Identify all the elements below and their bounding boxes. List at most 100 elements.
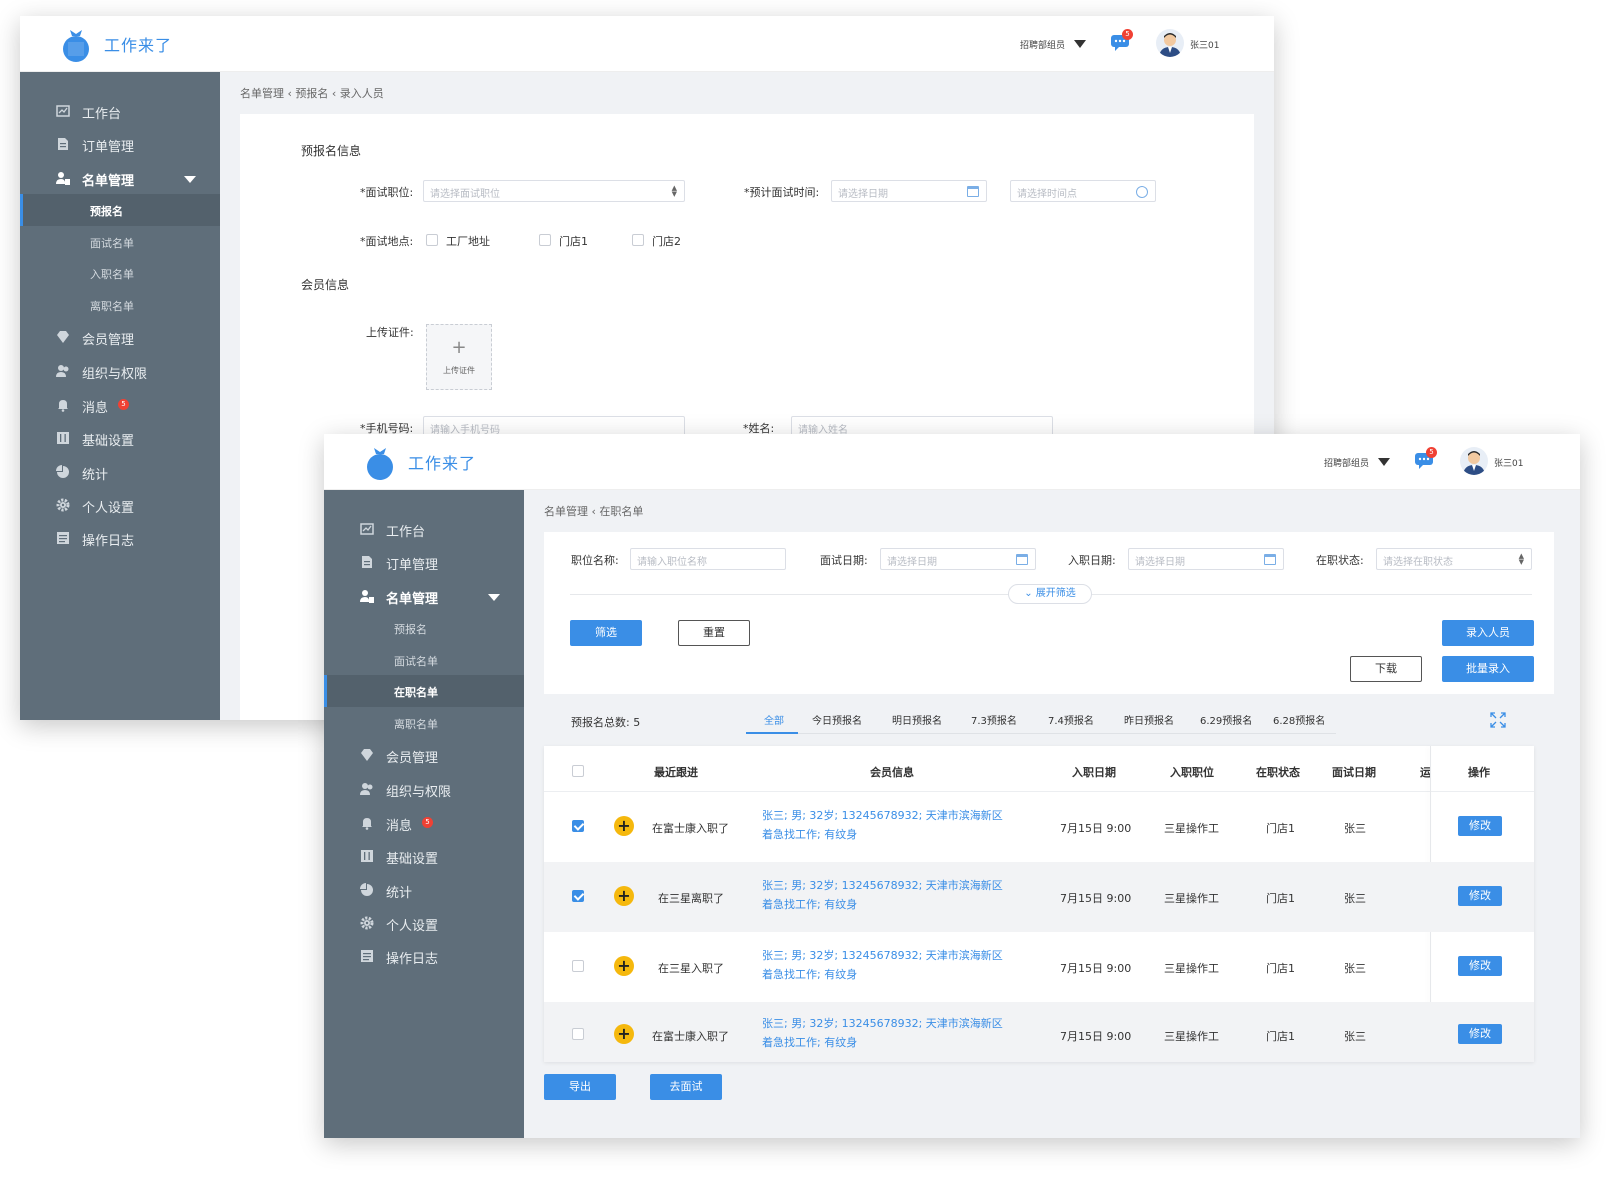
nav-stats[interactable]: 统计 xyxy=(20,455,220,489)
follow-text: 在三星入职了 xyxy=(658,962,724,975)
nav-personal[interactable]: 个人设置 xyxy=(20,488,220,522)
tab-today[interactable]: 今日预报名 xyxy=(812,712,862,727)
table-row[interactable]: + 在三星入职了 张三; 男; 32岁; 13245678932; 天津市滨海新… xyxy=(544,932,1534,1002)
expand-label: 展开筛选 xyxy=(1035,588,1076,599)
add-person-button[interactable]: 录入人员 xyxy=(1442,620,1534,646)
interview-date-picker[interactable]: 请选择日期 xyxy=(880,548,1036,570)
reset-button[interactable]: 重置 xyxy=(678,620,750,646)
role-dropdown-icon[interactable] xyxy=(1074,40,1086,48)
sub-label: 离职名单 xyxy=(394,718,438,731)
place-checkbox-factory[interactable] xyxy=(426,234,438,246)
date-picker[interactable]: 请选择日期 xyxy=(831,180,987,202)
place-checkbox-store1[interactable] xyxy=(539,234,551,246)
tab-tomorrow[interactable]: 明日预报名 xyxy=(892,712,942,727)
nav-org[interactable]: 组织与权限 xyxy=(324,772,524,806)
tab-6-28[interactable]: 6.28预报名 xyxy=(1273,712,1325,727)
role-dropdown-icon[interactable] xyxy=(1378,458,1390,466)
nav-roster[interactable]: 名单管理 xyxy=(324,579,524,613)
nav-messages[interactable]: 消息 5 xyxy=(324,806,524,840)
row-checkbox[interactable] xyxy=(572,1028,584,1040)
role-label: 招聘部组员 xyxy=(1020,41,1066,51)
table-row[interactable]: + 在三星离职了 张三; 男; 32岁; 13245678932; 天津市滨海新… xyxy=(544,862,1534,932)
position-select[interactable]: 请选择面试职位 ▲ ▼ xyxy=(423,180,685,202)
download-button[interactable]: 下载 xyxy=(1350,656,1422,682)
upload-text: 上传证件 xyxy=(443,366,475,375)
nav-personal[interactable]: 个人设置 xyxy=(324,906,524,940)
tab-all[interactable]: 全部 xyxy=(764,712,784,727)
table-row[interactable]: + 在富士康入职了 张三; 男; 32岁; 13245678932; 天津市滨海… xyxy=(544,1002,1534,1062)
nav-members[interactable]: 会员管理 xyxy=(324,738,524,772)
follow-text: 在富士康入职了 xyxy=(652,822,729,835)
time-picker[interactable]: 请选择时间点 xyxy=(1010,180,1156,202)
add-follow-icon[interactable]: + xyxy=(614,1024,634,1044)
sub-entry-list[interactable]: 入职名单 xyxy=(20,257,220,289)
expand-filter-button[interactable]: ⌄ 展开筛选 xyxy=(1008,584,1092,604)
filter-button[interactable]: 筛选 xyxy=(570,620,642,646)
member-info[interactable]: 张三; 男; 32岁; 13245678932; 天津市滨海新区 着急找工作; 有… xyxy=(762,946,1003,984)
place-checkbox-store2[interactable] xyxy=(632,234,644,246)
breadcrumb: 名单管理 ‹ 预报名 ‹ 录入人员 xyxy=(240,87,384,100)
nav-dashboard[interactable]: 工作台 xyxy=(324,512,524,546)
status-filter-select[interactable]: 请选择在职状态 ▲ ▼ xyxy=(1376,548,1532,570)
nav-messages[interactable]: 消息 5 xyxy=(20,388,220,422)
diamond-icon xyxy=(361,749,373,761)
place-label: *面试地点: xyxy=(360,235,414,248)
nav-members[interactable]: 会员管理 xyxy=(20,320,220,354)
sub-interview-list[interactable]: 面试名单 xyxy=(324,644,524,676)
sub-leave-list[interactable]: 离职名单 xyxy=(20,289,220,321)
nav-org[interactable]: 组织与权限 xyxy=(20,354,220,388)
gear-icon xyxy=(56,498,70,512)
nav-stats[interactable]: 统计 xyxy=(324,873,524,907)
nav-log[interactable]: 操作日志 xyxy=(324,939,524,973)
sub-interview-list[interactable]: 面试名单 xyxy=(20,226,220,258)
avatar[interactable] xyxy=(1460,447,1488,475)
edit-button[interactable]: 修改 xyxy=(1458,1024,1502,1044)
nav-orders[interactable]: 订单管理 xyxy=(20,127,220,161)
member-info[interactable]: 张三; 男; 32岁; 13245678932; 天津市滨海新区 着急找工作; 有… xyxy=(762,806,1003,844)
go-interview-button[interactable]: 去面试 xyxy=(650,1074,722,1100)
edit-button[interactable]: 修改 xyxy=(1458,956,1502,976)
avatar[interactable] xyxy=(1156,29,1184,57)
add-follow-icon[interactable]: + xyxy=(614,886,634,906)
fullscreen-icon[interactable] xyxy=(1490,712,1506,728)
tab-7-4[interactable]: 7.4预报名 xyxy=(1048,712,1094,727)
member-info[interactable]: 张三; 男; 32岁; 13245678932; 天津市滨海新区 着急找工作; 有… xyxy=(762,876,1003,914)
row-checkbox[interactable] xyxy=(572,890,584,902)
interview-date-label: 面试日期: xyxy=(820,554,868,567)
member-info[interactable]: 张三; 男; 32岁; 13245678932; 天津市滨海新区 着急找工作; 有… xyxy=(762,1014,1003,1052)
nav-settings-base[interactable]: 基础设置 xyxy=(20,421,220,455)
edit-button[interactable]: 修改 xyxy=(1458,886,1502,906)
pie-chart-icon xyxy=(360,883,373,896)
tab-6-29[interactable]: 6.29预报名 xyxy=(1200,712,1252,727)
message-badge: 5 xyxy=(118,399,129,410)
batch-add-button[interactable]: 批量录入 xyxy=(1442,656,1534,682)
job-filter-input[interactable]: 请输入职位名称 xyxy=(630,548,786,570)
nav-log[interactable]: 操作日志 xyxy=(20,521,220,555)
col-entry-position: 入职职位 xyxy=(1170,766,1214,779)
add-follow-icon[interactable]: + xyxy=(614,956,634,976)
tab-yesterday[interactable]: 昨日预报名 xyxy=(1124,712,1174,727)
export-button[interactable]: 导出 xyxy=(544,1074,616,1100)
nav-dashboard[interactable]: 工作台 xyxy=(20,94,220,128)
chevron-down-icon xyxy=(488,594,500,601)
nav-label: 会员管理 xyxy=(386,751,439,766)
nav-label: 操作日志 xyxy=(386,952,439,967)
nav-label: 订单管理 xyxy=(386,558,439,573)
sub-pre-register[interactable]: 预报名 xyxy=(324,612,524,644)
nav-roster[interactable]: 名单管理 xyxy=(20,161,220,195)
select-all-checkbox[interactable] xyxy=(572,765,584,777)
sub-leave-list[interactable]: 离职名单 xyxy=(324,707,524,739)
tab-7-3[interactable]: 7.3预报名 xyxy=(971,712,1017,727)
row-checkbox[interactable] xyxy=(572,820,584,832)
sub-pre-register[interactable]: 预报名 xyxy=(20,194,220,226)
nav-settings-base[interactable]: 基础设置 xyxy=(324,839,524,873)
table-row[interactable]: + 在富士康入职了 张三; 男; 32岁; 13245678932; 天津市滨海… xyxy=(544,792,1534,862)
sub-employed-list[interactable]: 在职名单 xyxy=(324,675,524,707)
row-checkbox[interactable] xyxy=(572,960,584,972)
message-badge: 5 xyxy=(422,817,433,828)
upload-button[interactable]: + 上传证件 xyxy=(426,324,492,390)
add-follow-icon[interactable]: + xyxy=(614,816,634,836)
edit-button[interactable]: 修改 xyxy=(1458,816,1502,836)
nav-orders[interactable]: 订单管理 xyxy=(324,545,524,579)
entry-date-picker[interactable]: 请选择日期 xyxy=(1128,548,1284,570)
